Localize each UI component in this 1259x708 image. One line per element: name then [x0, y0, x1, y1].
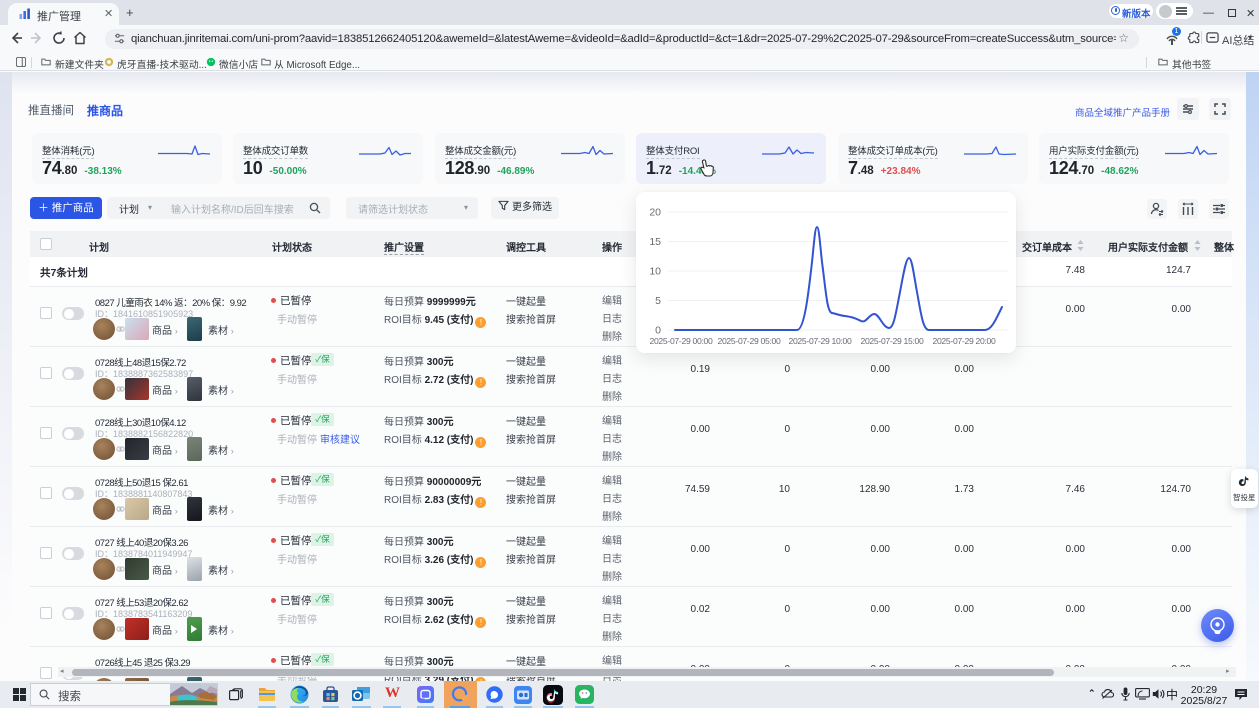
svg-text:20: 20	[649, 207, 661, 219]
svg-text:15: 15	[649, 236, 661, 248]
svg-text:2025-07-29 20:00: 2025-07-29 20:00	[932, 336, 996, 346]
svg-text:2025-07-29 00:00: 2025-07-29 00:00	[649, 336, 713, 346]
svg-text:2025-07-29 15:00: 2025-07-29 15:00	[860, 336, 924, 346]
svg-text:2025-07-29 10:00: 2025-07-29 10:00	[788, 336, 852, 346]
svg-text:2025-07-29 05:00: 2025-07-29 05:00	[717, 336, 781, 346]
svg-text:0: 0	[655, 325, 661, 337]
svg-text:10: 10	[649, 266, 661, 278]
svg-text:5: 5	[655, 295, 661, 307]
